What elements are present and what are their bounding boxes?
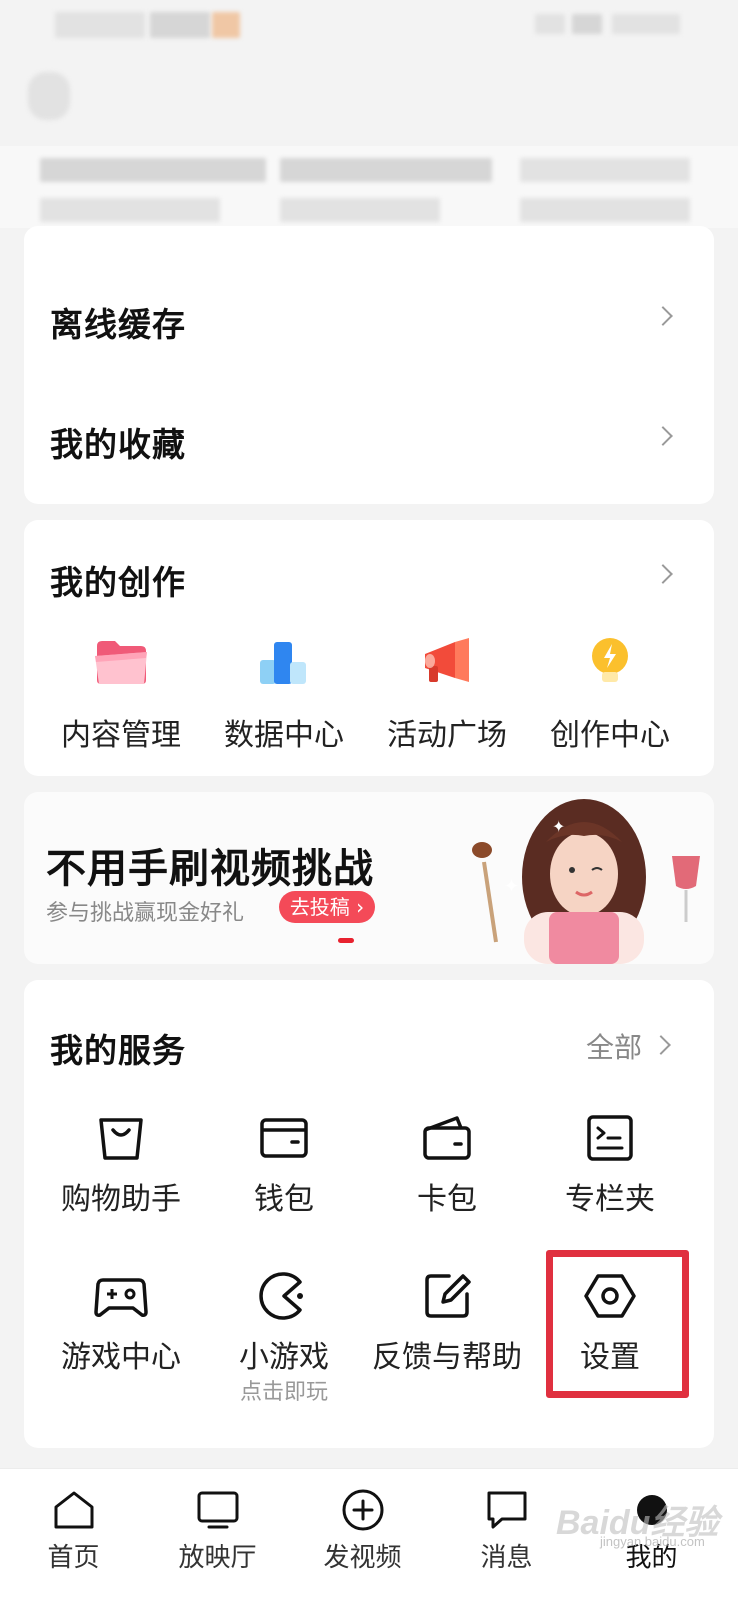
offline-cache-row[interactable]: 离线缓存 bbox=[24, 266, 714, 366]
svg-text:✦: ✦ bbox=[552, 817, 565, 836]
wallet-label: 钱包 bbox=[254, 1182, 314, 1217]
service-item-mini-games[interactable]: 小游戏 点击即玩 bbox=[199, 1268, 369, 1405]
profile-stats-strip bbox=[0, 146, 738, 228]
services-title: 我的服务 bbox=[50, 1031, 186, 1070]
chevron-right-icon bbox=[651, 1035, 671, 1055]
creation-header[interactable]: 我的创作 bbox=[24, 540, 714, 610]
folder-icon bbox=[95, 641, 147, 684]
status-blur bbox=[572, 14, 602, 34]
quick-links-card: 离线缓存 我的收藏 bbox=[24, 226, 714, 504]
edit-icon bbox=[425, 1274, 471, 1318]
submit-button-label: 去投稿 bbox=[289, 895, 350, 919]
creation-item-creation-center[interactable]: 创作中心 bbox=[525, 632, 695, 753]
creation-card: 我的创作 内容管理 数据中心 活动广场 创作中心 bbox=[24, 520, 714, 776]
nav-theater-label: 放映厅 bbox=[178, 1543, 257, 1573]
creation-item-content-management[interactable]: 内容管理 bbox=[36, 632, 206, 753]
content-management-label: 内容管理 bbox=[61, 718, 181, 753]
settings-highlight-box bbox=[546, 1250, 689, 1398]
nav-home[interactable]: 首页 bbox=[0, 1469, 147, 1600]
banner-title: 不用手刷视频挑战 bbox=[46, 846, 374, 892]
favorites-label: 我的收藏 bbox=[50, 425, 186, 464]
banner-subtitle: 参与挑战赢现金好礼 bbox=[46, 901, 245, 926]
creation-item-activity-plaza[interactable]: 活动广场 bbox=[362, 632, 532, 753]
creation-title: 我的创作 bbox=[50, 563, 186, 602]
card-holder-icon bbox=[423, 1116, 471, 1160]
svg-text:✦: ✦ bbox=[504, 876, 519, 897]
status-blur bbox=[212, 12, 240, 38]
megaphone-icon bbox=[425, 638, 469, 682]
service-item-column-folder[interactable]: 专栏夹 bbox=[525, 1110, 695, 1220]
stat-blur bbox=[40, 198, 220, 222]
chevron-right-icon bbox=[653, 426, 673, 446]
service-item-card-holder[interactable]: 卡包 bbox=[362, 1110, 532, 1220]
column-folder-label: 专栏夹 bbox=[565, 1182, 655, 1217]
add-circle-icon bbox=[342, 1489, 383, 1531]
message-icon bbox=[487, 1491, 526, 1529]
gamepad-icon bbox=[94, 1278, 148, 1317]
shopping-bag-icon bbox=[99, 1118, 143, 1160]
challenge-banner[interactable]: 不用手刷视频挑战 参与挑战赢现金好礼 去投稿 › ✦ ✦ bbox=[24, 792, 714, 964]
creation-item-data-center[interactable]: 数据中心 bbox=[199, 632, 369, 753]
status-blur bbox=[612, 14, 680, 34]
favorites-row[interactable]: 我的收藏 bbox=[24, 386, 714, 486]
profile-avatar-blurred[interactable] bbox=[28, 72, 70, 120]
nav-post-video[interactable]: 发视频 bbox=[289, 1469, 436, 1600]
service-item-wallet[interactable]: 钱包 bbox=[199, 1110, 369, 1220]
mini-games-label: 小游戏 bbox=[239, 1340, 329, 1375]
view-all-link[interactable]: 全部 bbox=[584, 1026, 704, 1070]
home-icon bbox=[54, 1491, 93, 1529]
watermark-url: jingyan.baidu.com bbox=[600, 1534, 705, 1549]
pacman-icon bbox=[259, 1272, 303, 1320]
shopping-label: 购物助手 bbox=[61, 1182, 181, 1217]
lightbulb-icon bbox=[592, 638, 628, 682]
service-item-shopping[interactable]: 购物助手 bbox=[36, 1110, 206, 1220]
offline-cache-label: 离线缓存 bbox=[50, 305, 186, 344]
card-holder-label: 卡包 bbox=[417, 1182, 477, 1217]
nav-theater[interactable]: 放映厅 bbox=[144, 1469, 291, 1600]
services-header: 我的服务 全部 bbox=[24, 1008, 714, 1078]
stat-blur bbox=[280, 198, 440, 222]
carousel-indicator bbox=[338, 938, 354, 943]
tv-icon bbox=[197, 1491, 238, 1529]
stat-blur bbox=[40, 158, 266, 182]
service-item-game-center[interactable]: 游戏中心 bbox=[36, 1268, 206, 1398]
view-all-label: 全部 bbox=[586, 1031, 643, 1064]
wallet-icon bbox=[260, 1118, 308, 1158]
stat-blur bbox=[520, 158, 690, 182]
status-blur bbox=[55, 12, 145, 38]
creation-center-label: 创作中心 bbox=[550, 718, 670, 753]
mini-games-sublabel: 点击即玩 bbox=[239, 1380, 328, 1405]
status-blur bbox=[150, 12, 210, 38]
banner-illustration: ✦ ✦ bbox=[472, 799, 700, 964]
stat-blur bbox=[520, 198, 690, 222]
game-center-label: 游戏中心 bbox=[61, 1340, 181, 1375]
data-center-label: 数据中心 bbox=[224, 718, 344, 753]
nav-home-label: 首页 bbox=[47, 1543, 100, 1573]
chevron-right-icon bbox=[653, 564, 673, 584]
bar-chart-icon bbox=[260, 642, 306, 684]
status-blur bbox=[535, 14, 565, 34]
activity-plaza-label: 活动广场 bbox=[387, 718, 507, 753]
chevron-right-icon bbox=[653, 306, 673, 326]
feedback-label: 反馈与帮助 bbox=[372, 1340, 522, 1375]
nav-post-video-label: 发视频 bbox=[323, 1543, 402, 1573]
submit-button[interactable]: 去投稿 › bbox=[279, 891, 375, 923]
column-folder-icon bbox=[587, 1115, 633, 1161]
stat-blur bbox=[280, 158, 492, 182]
service-item-feedback[interactable]: 反馈与帮助 bbox=[362, 1268, 532, 1398]
